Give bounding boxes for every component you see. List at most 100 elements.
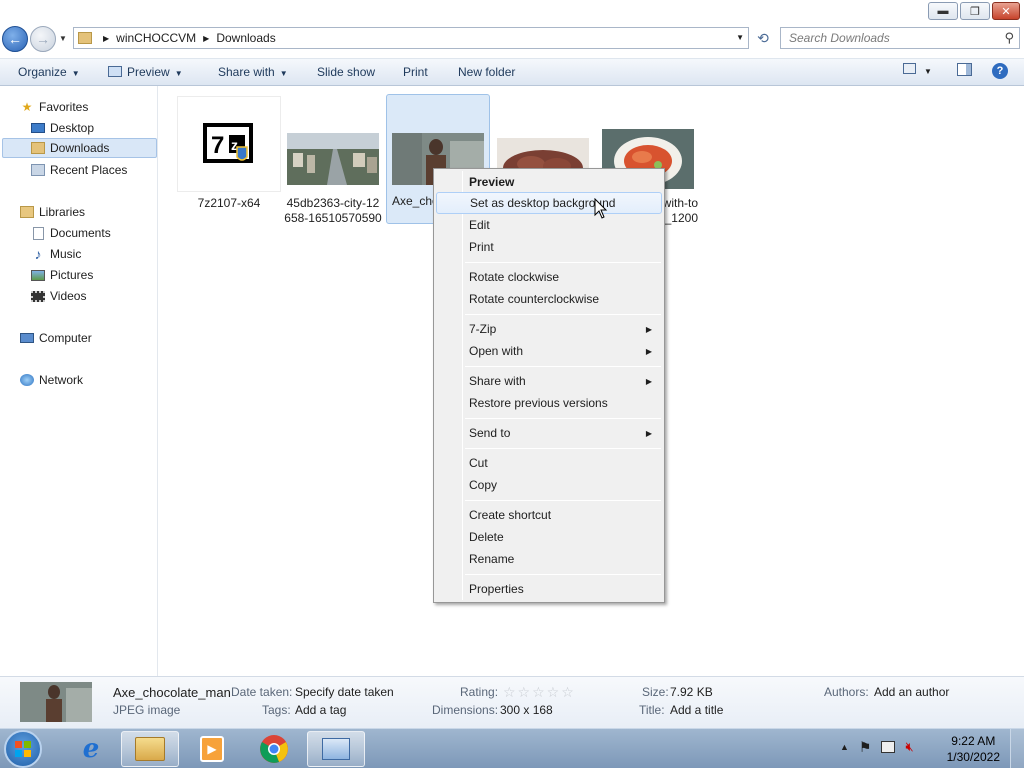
system-tray: ▲ ⚑ 🔇︎: [840, 739, 914, 756]
nav-videos[interactable]: Videos: [30, 286, 86, 306]
menu-item-share-with[interactable]: Share with ▶: [436, 370, 662, 392]
minimize-button[interactable]: ▬: [928, 2, 958, 20]
menu-item-restore-previous-versions[interactable]: Restore previous versions: [436, 392, 662, 414]
libraries-icon: [19, 205, 35, 219]
refresh-icon: ⟲: [757, 29, 769, 46]
nav-computer[interactable]: Computer: [19, 328, 92, 348]
menu-item-edit[interactable]: Edit: [436, 214, 662, 236]
clock[interactable]: 9:22 AM 1/30/2022: [947, 733, 1000, 765]
menu-item-cut[interactable]: Cut: [436, 452, 662, 474]
menu-item-print[interactable]: Print: [436, 236, 662, 258]
menu-item-properties[interactable]: Properties: [436, 578, 662, 600]
submenu-arrow-icon: ▶: [645, 324, 652, 334]
menu-item-open-with[interactable]: Open with ▶: [436, 340, 662, 362]
search-input[interactable]: Search Downloads ⚲: [780, 27, 1020, 49]
media-player-icon: ▶: [200, 736, 224, 762]
title-value[interactable]: Add a title: [670, 703, 723, 717]
forward-button[interactable]: →: [30, 26, 56, 52]
authors-value[interactable]: Add an author: [874, 685, 949, 699]
menu-separator: [465, 418, 661, 419]
file-item[interactable]: 7 z 7z2107-x64: [177, 96, 281, 211]
show-hidden-icons-icon[interactable]: ▲: [840, 739, 849, 756]
menu-item-copy[interactable]: Copy: [436, 474, 662, 496]
nav-desktop[interactable]: Desktop: [30, 118, 94, 138]
breadcrumb-computer[interactable]: winCHOCCVM: [116, 31, 196, 45]
print-button[interactable]: Print: [403, 65, 428, 79]
windows-logo-icon: [15, 741, 31, 757]
taskbar-control-panel[interactable]: [307, 731, 365, 767]
nav-pictures[interactable]: Pictures: [30, 265, 93, 285]
pictures-icon: [30, 268, 46, 282]
rating-label: Rating:: [460, 685, 499, 699]
change-view-button[interactable]: ▼: [903, 63, 932, 77]
date-taken-value[interactable]: Specify date taken: [295, 685, 394, 699]
close-button[interactable]: ✕: [992, 2, 1020, 20]
nav-favorites[interactable]: ★ Favorites: [19, 97, 89, 117]
taskbar: e ▶ ▲ ⚑ 🔇︎ 9:22 AM 1/30/2022: [0, 728, 1024, 768]
tags-value[interactable]: Add a tag: [295, 703, 346, 717]
action-center-flag-icon[interactable]: ⚑: [859, 739, 872, 756]
clock-time: 9:22 AM: [951, 734, 996, 748]
details-pane: Axe_chocolate_man JPEG image Date taken:…: [0, 676, 1024, 728]
taskbar-chrome[interactable]: [245, 731, 303, 767]
nav-music[interactable]: ♪ Music: [30, 244, 82, 264]
search-icon[interactable]: ⚲: [1004, 30, 1014, 46]
start-button[interactable]: [4, 730, 42, 768]
nav-downloads[interactable]: Downloads: [2, 138, 157, 158]
nav-recent-places[interactable]: Recent Places: [30, 160, 127, 180]
file-item[interactable]: 45db2363-city-12 658-16510570590: [281, 96, 385, 226]
control-panel-icon: [322, 738, 350, 760]
authors-label: Authors:: [824, 685, 869, 699]
chrome-icon: [260, 735, 288, 763]
help-button[interactable]: ?: [992, 63, 1008, 79]
slide-show-button[interactable]: Slide show: [317, 65, 375, 79]
show-desktop-button[interactable]: [1010, 729, 1024, 768]
chevron-down-icon[interactable]: ▼: [736, 33, 744, 42]
nav-network[interactable]: Network: [19, 370, 83, 390]
preview-pane-button[interactable]: [957, 63, 972, 79]
recent-places-icon: [30, 163, 46, 177]
address-bar[interactable]: ▶ winCHOCCVM ▶ Downloads ▼: [73, 27, 749, 49]
search-placeholder: Search Downloads: [789, 31, 890, 45]
menu-item-send-to[interactable]: Send to ▶: [436, 422, 662, 444]
breadcrumb-separator-icon[interactable]: ▶: [103, 34, 109, 43]
menu-item-7zip[interactable]: 7-Zip ▶: [436, 318, 662, 340]
menu-item-set-desktop-background[interactable]: Set as desktop background: [436, 192, 662, 214]
menu-item-rotate-counterclockwise[interactable]: Rotate counterclockwise: [436, 288, 662, 310]
preview-button[interactable]: Preview ▼: [108, 65, 183, 79]
taskbar-internet-explorer[interactable]: e: [62, 731, 120, 767]
refresh-button[interactable]: ⟲: [752, 27, 774, 49]
organize-button[interactable]: Organize ▼: [18, 65, 80, 79]
nav-libraries[interactable]: Libraries: [19, 202, 85, 222]
volume-muted-icon[interactable]: 🔇︎: [905, 739, 913, 756]
title-label: Title:: [639, 703, 665, 717]
submenu-arrow-icon: ▶: [645, 428, 652, 438]
taskbar-windows-explorer[interactable]: [121, 731, 179, 767]
menu-item-delete[interactable]: Delete: [436, 526, 662, 548]
new-folder-button[interactable]: New folder: [458, 65, 515, 79]
breadcrumb-downloads[interactable]: Downloads: [216, 31, 275, 45]
menu-item-preview[interactable]: Preview: [436, 171, 662, 193]
breadcrumb-separator-icon[interactable]: ▶: [203, 34, 209, 43]
mouse-pointer-icon: [594, 198, 608, 219]
dimensions-label: Dimensions:: [432, 703, 499, 717]
recent-pages-dropdown[interactable]: ▼: [59, 34, 67, 43]
menu-item-rotate-clockwise[interactable]: Rotate clockwise: [436, 266, 662, 288]
network-icon: [19, 373, 35, 387]
rating-stars[interactable]: ☆☆☆☆☆: [503, 684, 576, 701]
folder-icon: [78, 32, 92, 44]
command-bar: Organize ▼ Preview ▼ Share with ▼ Slide sho…: [0, 58, 1024, 86]
menu-item-create-shortcut[interactable]: Create shortcut: [436, 504, 662, 526]
nav-documents[interactable]: Documents: [30, 223, 111, 243]
taskbar-media-player[interactable]: ▶: [183, 731, 241, 767]
share-with-button[interactable]: Share with ▼: [218, 65, 288, 79]
network-status-icon[interactable]: [881, 741, 896, 753]
maximize-button[interactable]: ❐: [960, 2, 990, 20]
internet-explorer-icon: e: [82, 734, 100, 764]
menu-item-rename[interactable]: Rename: [436, 548, 662, 570]
details-file-type: JPEG image: [113, 703, 181, 717]
back-button[interactable]: ←: [2, 26, 28, 52]
size-label: Size:: [642, 685, 669, 699]
menu-separator: [465, 314, 661, 315]
city-image-thumbnail: [287, 133, 379, 185]
